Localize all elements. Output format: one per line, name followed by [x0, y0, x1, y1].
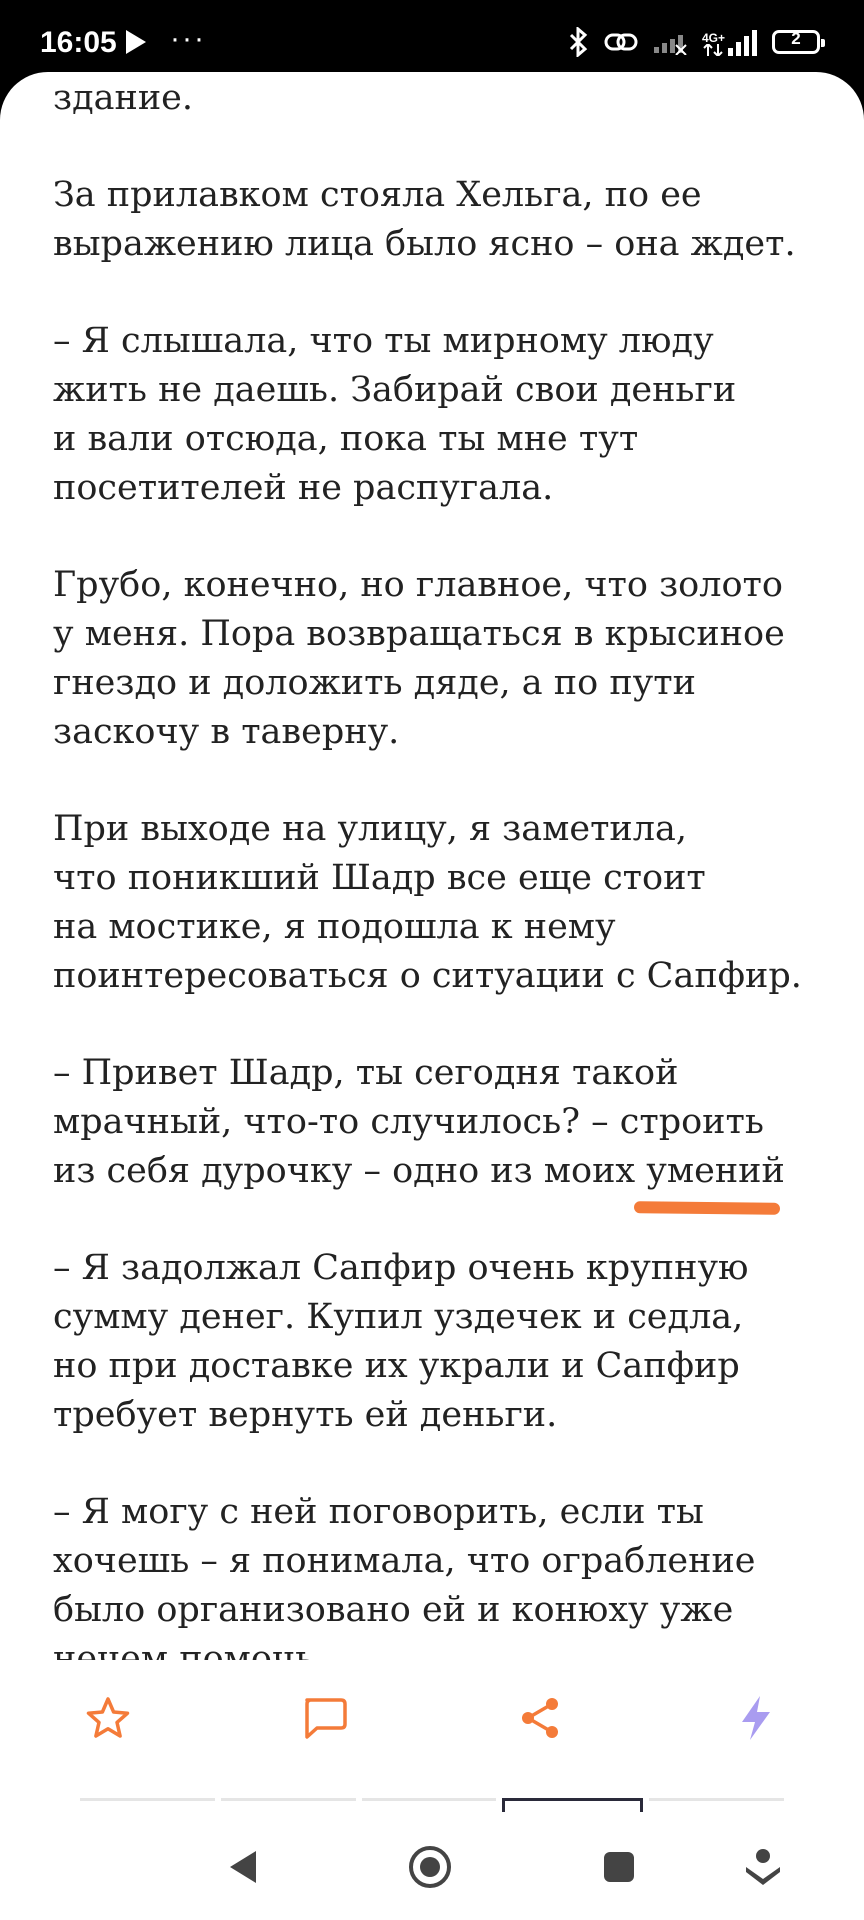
- recommendation-thumb[interactable]: [80, 1798, 215, 1812]
- back-icon: [230, 1851, 256, 1883]
- recommendation-strip[interactable]: [80, 1798, 784, 1812]
- status-time: 16:05: [40, 26, 117, 59]
- back-button[interactable]: [218, 1842, 268, 1892]
- recents-button[interactable]: [594, 1842, 644, 1892]
- boost-button[interactable]: [728, 1690, 784, 1746]
- favorite-button[interactable]: [80, 1690, 136, 1746]
- star-icon: [86, 1697, 130, 1738]
- assistant-icon: [746, 1849, 780, 1885]
- paragraph: – Я слышала, что ты мирному люду жить не…: [53, 321, 737, 508]
- share-icon: [522, 1698, 558, 1738]
- recommendation-thumb[interactable]: [649, 1798, 784, 1812]
- action-toolbar: [0, 1660, 864, 1770]
- assistant-button[interactable]: [738, 1842, 788, 1892]
- recents-icon: [604, 1852, 634, 1882]
- battery-level: 2: [791, 29, 801, 48]
- signal-sim2-icon: 4G+: [702, 28, 758, 56]
- reader-sheet: я кивнула своим мыслям и вошла в здание.…: [0, 72, 864, 1812]
- home-icon: [409, 1846, 451, 1888]
- paragraph: – Привет Шадр, ты сегодня такой мрачный,…: [53, 1053, 785, 1191]
- recommendation-thumb[interactable]: [361, 1798, 497, 1812]
- recommendation-thumb[interactable]: [220, 1798, 356, 1812]
- article-text[interactable]: я кивнула своим мыслям и вошла в здание.…: [53, 72, 813, 1732]
- paragraph: При выходе на улицу, я заметила, что пон…: [53, 809, 802, 996]
- paragraph: я кивнула своим мыслям и вошла в здание.: [53, 78, 193, 118]
- share-button[interactable]: [512, 1690, 568, 1746]
- comment-icon: [305, 1698, 347, 1739]
- home-button[interactable]: [405, 1842, 455, 1892]
- battery-icon: 2: [772, 29, 825, 54]
- paragraph: – Я задолжал Сапфир очень крупную сумму …: [53, 1248, 749, 1435]
- comment-button[interactable]: [296, 1690, 352, 1746]
- status-icons: 4G+ 2: [568, 26, 825, 58]
- paragraph: За прилавком стояла Хельга, по ее выраже…: [53, 175, 796, 264]
- bluetooth-icon: [569, 27, 588, 57]
- media-play-icon: [126, 30, 146, 54]
- recommendation-thumb[interactable]: [502, 1798, 644, 1812]
- status-bar: 16:05 ··· 4G+ 2: [0, 0, 864, 80]
- more-notifications-icon: ···: [170, 22, 206, 55]
- paragraph: – Я могу с ней поговорить, если ты хочеш…: [53, 1492, 756, 1679]
- paragraph: Грубо, конечно, но главное, что золото у…: [53, 565, 785, 752]
- network-type-label: 4G+: [701, 31, 725, 45]
- lightning-icon: [742, 1696, 770, 1740]
- signal-sim1-icon: [653, 35, 687, 55]
- link-icon: [604, 33, 638, 51]
- highlight-underline: [633, 1201, 781, 1215]
- system-nav-bar: [0, 1812, 864, 1920]
